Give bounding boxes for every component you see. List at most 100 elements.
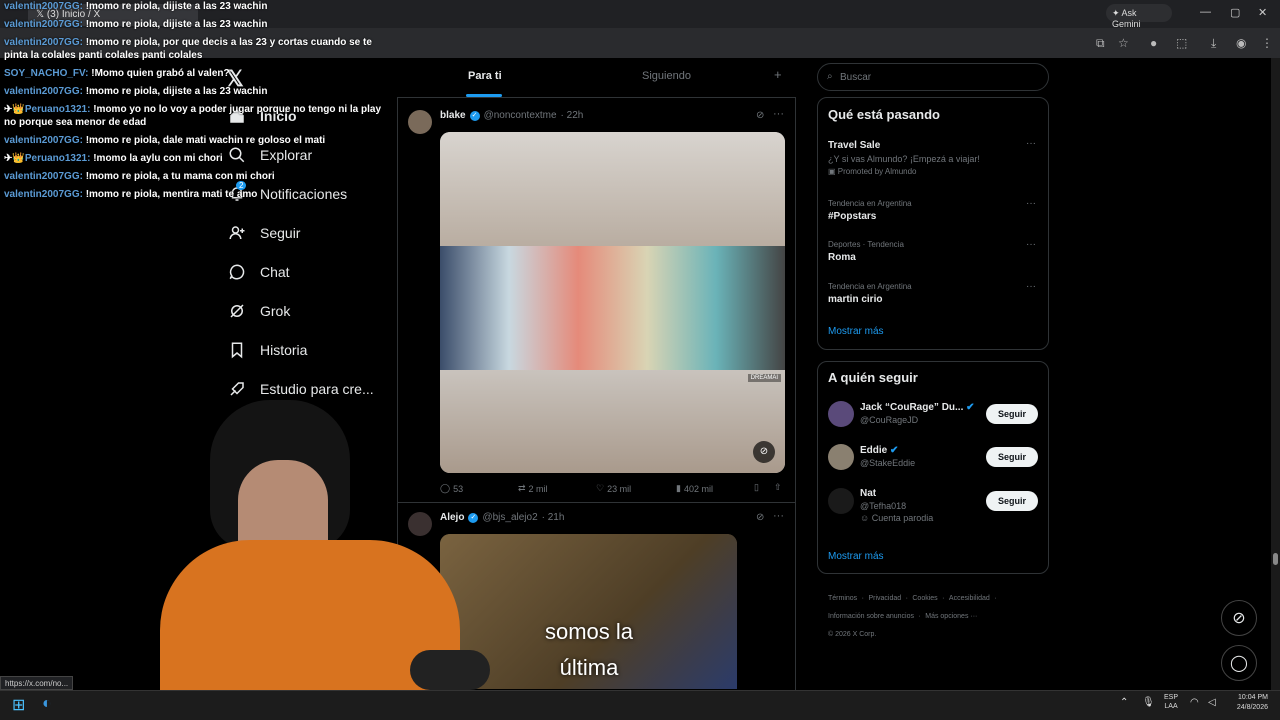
chevron-up-icon[interactable]: ⌃ [1120, 697, 1128, 708]
footer-cookies-link[interactable]: Cookies [912, 595, 937, 602]
trend-item[interactable]: Travel Sale ¿Y si vas Almundo? ¡Empezá a… [828, 140, 1038, 176]
wifi-icon[interactable]: ◠ [1190, 697, 1199, 708]
bookmark-icon[interactable]: ▯ [754, 482, 759, 493]
grok-icon[interactable]: ⊘ [756, 110, 764, 121]
more-icon[interactable]: ··· [773, 510, 784, 522]
post-time[interactable]: · 22h [561, 110, 584, 121]
post-header: blake ✓ @noncontextme · 22h [440, 110, 583, 121]
follow-button[interactable]: Seguir [986, 404, 1038, 424]
star-icon[interactable]: ☆ [1118, 36, 1129, 50]
download-icon[interactable]: ⤓ [1211, 36, 1216, 51]
footer-more-options-link[interactable]: Más opciones ··· [925, 613, 977, 620]
chat-username: Peruano1321: [24, 153, 91, 164]
edge-icon[interactable]: ◐ [42, 695, 52, 713]
avatar[interactable] [828, 488, 854, 514]
chat-message: valentin2007GG: !momo re piola, mentira … [4, 188, 394, 201]
views-button[interactable]: ▮ 402 mil [676, 483, 713, 494]
trend-context: Deportes · Tendencia [828, 240, 904, 249]
nav-label: Seguir [260, 225, 301, 241]
show-more-trends-link[interactable]: Mostrar más [828, 326, 884, 337]
repost-icon: ⇄ [518, 483, 526, 493]
view-count: 402 mil [683, 483, 713, 494]
trend-item[interactable]: Tendencia en Argentina martin cirio [828, 282, 912, 305]
post-media-image[interactable]: DREAMAI ⊘ [440, 132, 785, 473]
scrollbar-thumb[interactable] [1273, 553, 1278, 565]
nav-item-historia[interactable]: Historia [228, 335, 307, 365]
chat-text: !momo re piola, mentira mati te amo [85, 189, 258, 200]
trend-item[interactable]: Deportes · Tendencia Roma [828, 240, 904, 263]
search-input[interactable]: ⌕ Buscar [817, 63, 1049, 91]
nav-label: Historia [260, 342, 308, 358]
footer-accessibility-link[interactable]: Accesibilidad [949, 595, 990, 602]
minimize-icon[interactable]: — [1200, 6, 1211, 18]
extensions-icon[interactable]: ⬚ [1176, 36, 1187, 50]
follow-button[interactable]: Seguir [986, 447, 1038, 467]
post-author-name[interactable]: blake [440, 110, 466, 121]
avatar[interactable] [408, 110, 432, 134]
more-icon[interactable]: ··· [1026, 281, 1036, 292]
nav-label: Grok [260, 303, 291, 319]
share-icon[interactable]: ⇧ [774, 482, 782, 493]
tab-para-ti[interactable]: Para ti [468, 70, 502, 82]
person-add-icon [229, 226, 245, 240]
trends-title: Qué está pasando [828, 107, 940, 122]
footer-terms-link[interactable]: Términos [828, 595, 857, 602]
promoted-label: Promoted by Almundo [837, 167, 917, 176]
like-button[interactable]: ♡ 23 mil [596, 483, 631, 494]
chat-text: !momo re piola, a tu mama con mi chori [85, 171, 275, 182]
footer-privacy-link[interactable]: Privacidad [868, 595, 901, 602]
ask-gemini-button[interactable]: ✦ Ask Gemini [1106, 4, 1172, 29]
microphone-icon[interactable]: 🎙 [1142, 697, 1155, 708]
chat-icon [229, 264, 245, 280]
avatar[interactable] [828, 444, 854, 470]
screen-cast-icon[interactable]: ⧉ [1096, 36, 1105, 51]
chat-message: valentin2007GG: !momo re piola, dijiste … [4, 18, 394, 31]
grok-icon[interactable]: ⊘ [756, 512, 764, 523]
verified-badge-icon: ✔ [890, 445, 899, 456]
more-icon[interactable]: ··· [1026, 198, 1036, 209]
chat-message: SOY_NACHO_FV: !Momo quien grabó al valen… [4, 67, 394, 80]
trend-item[interactable]: Tendencia en Argentina #Popstars [828, 199, 912, 222]
more-icon[interactable]: ··· [1026, 138, 1036, 149]
kebab-menu-icon[interactable]: ⋮ [1261, 36, 1273, 50]
grok-icon[interactable]: ⊘ [753, 441, 775, 463]
language-indicator[interactable]: ESP LAA [1164, 693, 1178, 711]
repost-button[interactable]: ⇄ 2 mil [518, 483, 548, 494]
follow-suggestion[interactable]: Jack “CouRage” Du... ✔ @CouRageJD [860, 402, 975, 425]
more-icon[interactable]: ··· [773, 108, 784, 120]
follow-suggestion[interactable]: Eddie ✔ @StakeEddie [860, 445, 915, 468]
follow-button[interactable]: Seguir [986, 491, 1038, 511]
footer-ads-info-link[interactable]: Información sobre anuncios [828, 613, 914, 620]
maximize-icon[interactable]: ▢ [1230, 6, 1240, 19]
avatar[interactable]: ◉ [1236, 36, 1246, 50]
messages-floating-button[interactable]: ◯ [1221, 645, 1257, 681]
post-time[interactable]: · 21h [542, 512, 565, 523]
who-to-follow-title: A quién seguir [828, 370, 918, 385]
chat-username: valentin2007GG: [4, 1, 83, 12]
suggestion-handle: @CouRageJD [860, 415, 919, 425]
show-more-follow-link[interactable]: Mostrar más [828, 551, 884, 562]
post-author-handle[interactable]: @noncontextme [484, 110, 557, 121]
grok-floating-button[interactable]: ⊘ [1221, 600, 1257, 636]
feed-tabs [397, 58, 796, 98]
heart-icon: ♡ [596, 483, 605, 493]
windows-start-icon[interactable]: ⊞ [12, 695, 25, 715]
close-icon[interactable]: ✕ [1258, 6, 1267, 19]
grok-icon [230, 304, 244, 318]
avatar[interactable] [828, 401, 854, 427]
add-tab-button[interactable]: + [774, 67, 782, 82]
nav-item-chat[interactable]: Chat [228, 257, 290, 287]
chat-username: valentin2007GG: [4, 37, 83, 48]
tab-siguiendo[interactable]: Siguiendo [642, 70, 691, 82]
active-tab-indicator [466, 94, 502, 97]
nav-item-seguir[interactable]: Seguir [228, 218, 300, 248]
nav-item-grok[interactable]: Grok [228, 296, 290, 326]
follow-suggestion[interactable]: Nat @Tefha018 ☺ Cuenta parodia [860, 488, 933, 523]
scrollbar[interactable] [1271, 58, 1280, 690]
volume-icon[interactable]: ◁ [1208, 697, 1216, 708]
post-author-handle[interactable]: @bjs_alejo2 [482, 512, 537, 523]
clock[interactable]: 10:04 PM 24/8/2026 [1226, 693, 1268, 713]
more-icon[interactable]: ··· [1026, 239, 1036, 250]
chrome-profile-icon[interactable]: ● [1150, 36, 1157, 50]
chat-username: Peruano1321: [24, 104, 91, 115]
